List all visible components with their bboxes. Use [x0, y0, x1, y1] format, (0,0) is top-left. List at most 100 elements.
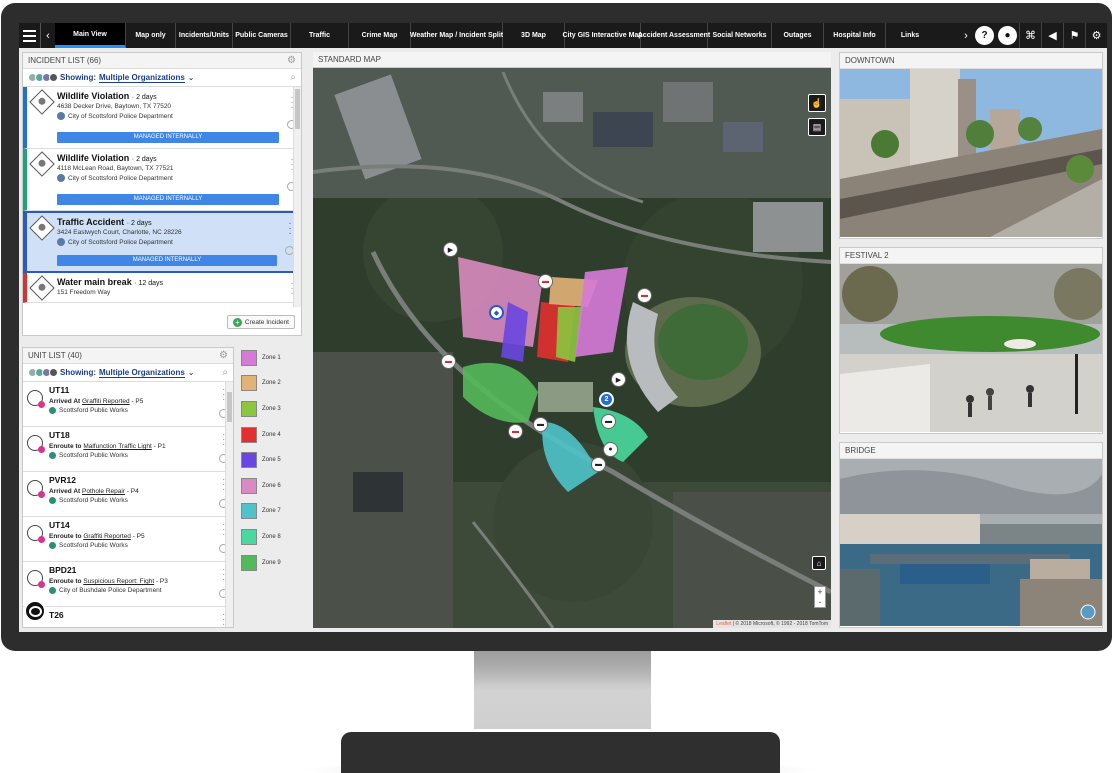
chevron-down-icon[interactable]: ⌄ — [188, 368, 195, 377]
barrier-marker-icon[interactable]: ▬ — [508, 424, 523, 439]
pointer-tool-icon[interactable]: ☝ — [808, 94, 826, 112]
nav-right-arrow-icon[interactable]: › — [959, 23, 973, 48]
home-icon[interactable]: ⌂ — [812, 556, 826, 570]
chevron-down-icon[interactable]: ⌄ — [188, 73, 195, 82]
tab-3d-map[interactable]: 3D Map — [503, 23, 565, 48]
incident-title: Traffic Accident · 2 days — [57, 217, 152, 227]
tab-outages[interactable]: Outages — [772, 23, 824, 48]
tab-accident-assessment[interactable]: Accident Assessment — [638, 23, 710, 48]
nav-left-arrow-icon[interactable]: ‹ — [41, 23, 55, 48]
camera-panel-downtown[interactable]: DOWNTOWN — [839, 52, 1103, 239]
map-canvas[interactable] — [313, 52, 831, 628]
unit-name: T26 — [49, 610, 64, 620]
tab-bar: Main View Map only Incidents/Units Publi… — [55, 23, 959, 48]
incident-address: 151 Freedom Way — [57, 289, 111, 296]
tab-links[interactable]: Links — [886, 23, 934, 48]
unit-target-link[interactable]: Suspicious Report: Fight — [83, 578, 154, 585]
unit-item[interactable]: UT18 Enroute to Malfunction Traffic Ligh… — [23, 427, 233, 472]
unit-status: Arrived At Pothole Repair - P4 — [49, 488, 139, 495]
zone-item[interactable]: Zone 4 — [241, 422, 309, 448]
incident-scrollbar[interactable] — [293, 87, 301, 307]
filter-value[interactable]: Multiple Organizations — [99, 368, 185, 378]
zone-item[interactable]: Zone 5 — [241, 447, 309, 473]
gear-icon[interactable]: ⚙ — [219, 350, 228, 361]
incident-item-selected[interactable]: Traffic Accident · 2 days 3424 Eastwych … — [23, 211, 301, 273]
search-icon[interactable]: ⌕ — [290, 72, 296, 83]
unit-status: Enroute to Graffiti Reported - P5 — [49, 533, 145, 540]
create-incident-button[interactable]: Create Incident — [226, 315, 295, 329]
monitor-stand-base — [341, 732, 780, 773]
incident-list-title: INCIDENT LIST — [28, 56, 85, 65]
tab-social-networks[interactable]: Social Networks — [708, 23, 772, 48]
camera-feed-bridge[interactable] — [840, 459, 1102, 626]
tab-public-cameras[interactable]: Public Cameras — [233, 23, 291, 48]
layers-icon[interactable]: ▤ — [808, 118, 826, 136]
unit-target-link[interactable]: Graffiti Reported — [83, 533, 131, 540]
incident-item[interactable]: Wildlife Violation · 2 days 4638 Decker … — [23, 87, 301, 149]
tab-hospital-info[interactable]: Hospital Info — [824, 23, 886, 48]
tab-map-only[interactable]: Map only — [126, 23, 176, 48]
incident-item[interactable]: Water main break · 12 days 151 Freedom W… — [23, 273, 301, 303]
zone-item[interactable]: Zone 1 — [241, 345, 309, 371]
zone-item[interactable]: Zone 3 — [241, 396, 309, 422]
unit-name: PVR12 — [49, 475, 76, 485]
tab-crime-map[interactable]: Crime Map — [349, 23, 411, 48]
camera-panel-bridge[interactable]: BRIDGE — [839, 442, 1103, 628]
vehicle-marker-icon[interactable]: ● — [603, 442, 618, 457]
network-icon[interactable]: ⌘ — [1019, 23, 1041, 48]
unit-name: UT18 — [49, 430, 70, 440]
leaflet-link[interactable]: Leaflet — [716, 621, 731, 627]
unit-scrollbar[interactable] — [225, 382, 233, 627]
gear-icon[interactable]: ⚙ — [287, 55, 296, 66]
chat-icon[interactable]: ● — [998, 26, 1017, 45]
unit-item[interactable]: BPD21 Enroute to Suspicious Report: Figh… — [23, 562, 233, 607]
flag-icon[interactable]: ⚑ — [1063, 23, 1085, 48]
zone-item[interactable]: Zone 6 — [241, 473, 309, 499]
vehicle-marker-icon[interactable]: ▬ — [601, 414, 616, 429]
incident-filter-bar[interactable]: Showing: Multiple Organizations ⌄ ⌕ — [23, 69, 301, 87]
zoom-in-button[interactable]: + — [815, 587, 825, 597]
barrier-marker-icon[interactable]: ▬ — [637, 288, 652, 303]
filter-value[interactable]: Multiple Organizations — [99, 73, 185, 83]
tab-main-view[interactable]: Main View — [55, 23, 126, 48]
unit-target-link[interactable]: Malfunction Traffic Light — [83, 443, 152, 450]
unit-target-link[interactable]: Graffiti Reported — [82, 398, 130, 405]
camera-feed-downtown[interactable] — [840, 69, 1102, 237]
unit-item[interactable]: UT14 Enroute to Graffiti Reported - P5 S… — [23, 517, 233, 562]
incident-item[interactable]: Wildlife Violation · 2 days 4118 McLean … — [23, 149, 301, 211]
zone-label: Zone 4 — [262, 431, 281, 438]
search-icon[interactable]: ⌕ — [222, 367, 228, 378]
unit-item[interactable]: PVR12 Arrived At Pothole Repair - P4 Sco… — [23, 472, 233, 517]
unit-filter-bar[interactable]: Showing: Multiple Organizations ⌄ ⌕ — [23, 364, 233, 382]
announce-icon[interactable]: ◀ — [1041, 23, 1063, 48]
selected-incident-marker-icon[interactable]: ◆ — [489, 305, 504, 320]
zone-item[interactable]: Zone 2 — [241, 371, 309, 397]
chat-bubble-icon[interactable] — [24, 600, 46, 622]
help-icon[interactable]: ? — [975, 26, 994, 45]
tab-city-gis-map[interactable]: City GIS Interactive Map — [562, 23, 643, 48]
barrier-marker-icon[interactable]: ▬ — [441, 354, 456, 369]
tab-weather-incident-split[interactable]: Weather Map / Incident Split — [410, 23, 503, 48]
zoom-out-button[interactable]: - — [815, 597, 825, 607]
zone-item[interactable]: Zone 7 — [241, 499, 309, 525]
unit-item[interactable]: T26 · · · — [23, 607, 233, 628]
vehicle-marker-icon[interactable]: ▬ — [533, 417, 548, 432]
cluster-marker[interactable]: 2 — [599, 392, 614, 407]
menu-icon[interactable] — [19, 23, 41, 48]
camera-feed-festival[interactable] — [840, 264, 1102, 432]
camera-panel-festival-2[interactable]: FESTIVAL 2 — [839, 247, 1103, 434]
camera-marker-icon[interactable]: ▶ — [611, 372, 626, 387]
more-options-icon[interactable]: · · · — [288, 219, 292, 239]
barrier-marker-icon[interactable]: ▬ — [538, 274, 553, 289]
zoom-control: + - — [814, 586, 826, 608]
zone-item[interactable]: Zone 8 — [241, 524, 309, 550]
settings-icon[interactable]: ⚙ — [1085, 23, 1107, 48]
zone-item[interactable]: Zone 9 — [241, 550, 309, 576]
unit-item[interactable]: UT11 Arrived At Graffiti Reported - P5 S… — [23, 382, 233, 427]
standard-map[interactable]: STANDARD MAP ☝ ▤ ▶ ▬ ▬ ▬ ▬ ◆ ▶ ▬ ▬ ● ▬ 2… — [313, 52, 831, 628]
unit-target-link[interactable]: Pothole Repair — [82, 488, 125, 495]
vehicle-marker-icon[interactable]: ▬ — [591, 457, 606, 472]
tab-incidents-units[interactable]: Incidents/Units — [176, 23, 233, 48]
camera-marker-icon[interactable]: ▶ — [443, 242, 458, 257]
tab-traffic[interactable]: Traffic — [291, 23, 349, 48]
